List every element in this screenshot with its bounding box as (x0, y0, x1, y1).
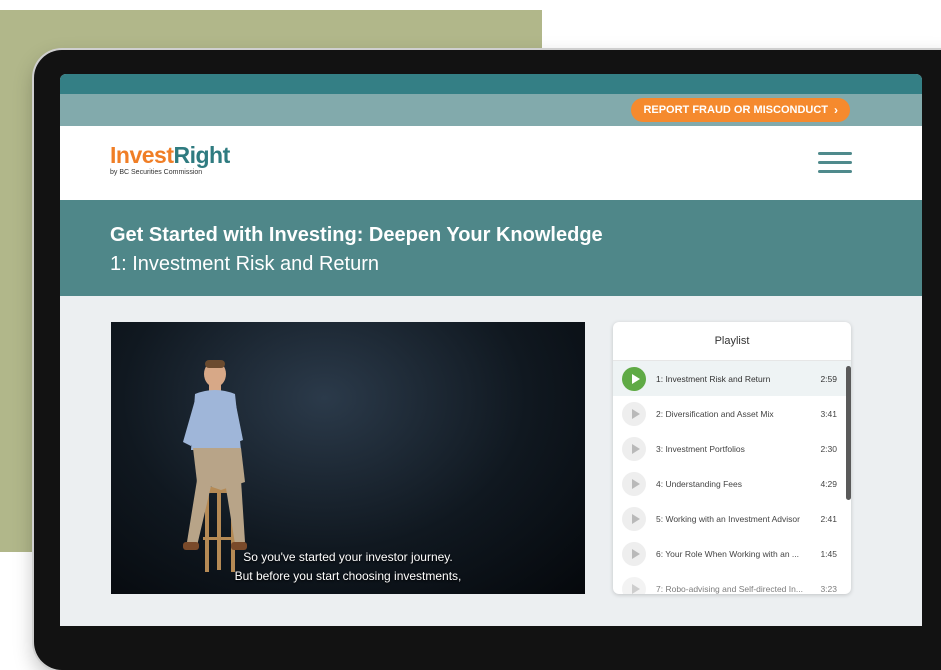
logo-invest: Invest (110, 142, 174, 168)
play-icon[interactable] (622, 366, 646, 391)
logo-subtitle: by BC Securities Commission (110, 169, 203, 176)
playlist-item-1[interactable]: 1: Investment Risk and Return 2:59 (613, 361, 851, 396)
playlist-item-6[interactable]: 6: Your Role When Working with an ... 1:… (613, 536, 851, 571)
playlist-item-3[interactable]: 3: Investment Portfolios 2:30 (613, 431, 851, 466)
playlist-item-5[interactable]: 5: Working with an Investment Advisor 2:… (613, 501, 851, 536)
chevron-right-icon: › (834, 103, 838, 117)
playlist-item-duration: 3:41 (820, 408, 837, 419)
report-fraud-button[interactable]: REPORT FRAUD OR MISCONDUCT › (631, 98, 850, 122)
playlist-item-label: 7: Robo-advising and Self-directed In... (656, 583, 803, 594)
presenter-figure (183, 360, 247, 550)
playlist-item-duration: 2:59 (820, 373, 837, 384)
play-icon[interactable] (622, 401, 646, 426)
play-icon[interactable] (622, 541, 646, 566)
playlist-scrollbar[interactable] (846, 366, 851, 500)
investright-logo[interactable]: InvestRight by BC Securities Commission (110, 142, 230, 176)
play-icon[interactable] (622, 436, 646, 461)
playlist-panel: Playlist 1: Investment Risk and Return 2… (613, 322, 851, 594)
playlist-item-duration: 2:30 (820, 443, 837, 454)
playlist-title: Playlist (613, 322, 851, 361)
playlist-item-label: 6: Your Role When Working with an ... (656, 548, 800, 559)
playlist-item-2[interactable]: 2: Diversification and Asset Mix 3:41 (613, 396, 851, 431)
playlist-item-label: 4: Understanding Fees (656, 478, 742, 489)
playlist-item-label: 5: Working with an Investment Advisor (656, 513, 800, 524)
page-title: Get Started with Investing: Deepen Your … (110, 224, 603, 246)
logo-wordmark: InvestRight (110, 142, 230, 168)
site-header: InvestRight by BC Securities Commission (60, 126, 922, 200)
playlist-item-duration: 1:45 (820, 548, 837, 559)
report-fraud-label: REPORT FRAUD OR MISCONDUCT (643, 104, 828, 116)
hero-banner: Get Started with Investing: Deepen Your … (60, 200, 922, 296)
playlist-item-label: 3: Investment Portfolios (656, 443, 745, 454)
play-icon[interactable] (622, 506, 646, 531)
logo-right: Right (173, 142, 230, 168)
playlist-item-label: 2: Diversification and Asset Mix (656, 408, 774, 419)
tablet-screen: REPORT FRAUD OR MISCONDUCT › InvestRight… (60, 74, 922, 626)
play-icon[interactable] (622, 471, 646, 496)
playlist-item-duration: 3:23 (820, 583, 837, 594)
video-caption-line-1: So you've started your investor journey. (243, 550, 453, 564)
play-icon[interactable] (622, 576, 646, 594)
playlist-item-duration: 4:29 (820, 478, 837, 489)
playlist-item-7[interactable]: 7: Robo-advising and Self-directed In...… (613, 571, 851, 594)
video-player[interactable]: So you've started your investor journey.… (111, 322, 585, 594)
playlist-item-label: 1: Investment Risk and Return (656, 373, 771, 384)
playlist-item-4[interactable]: 4: Understanding Fees 4:29 (613, 466, 851, 501)
utility-bar: REPORT FRAUD OR MISCONDUCT › (60, 94, 922, 126)
top-strip (60, 74, 922, 94)
page-subtitle: 1: Investment Risk and Return (110, 253, 380, 275)
playlist-item-duration: 2:41 (820, 513, 837, 524)
hamburger-menu-icon[interactable] (818, 152, 852, 174)
video-caption-line-2: But before you start choosing investment… (234, 569, 462, 583)
